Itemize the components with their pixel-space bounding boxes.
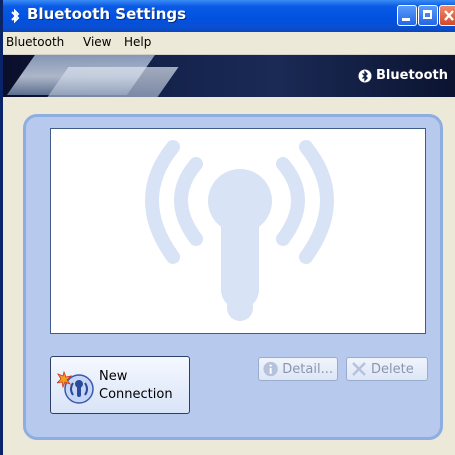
connections-panel: New Connection Detail... Delete	[23, 114, 443, 440]
bluetooth-logo-icon	[358, 69, 372, 82]
detail-label: Detail...	[282, 361, 333, 377]
new-connection-label-line1: New	[99, 369, 128, 384]
close-button[interactable]	[439, 5, 455, 26]
menu-bar: Bluetooth View Help	[3, 32, 455, 55]
antenna-watermark-icon	[145, 140, 334, 321]
maximize-button[interactable]	[418, 5, 438, 26]
bluetooth-brand: Bluetooth	[358, 68, 448, 83]
bluetooth-settings-window: Bluetooth Settings Bluetooth View Help B…	[0, 0, 455, 455]
maximize-icon	[423, 10, 432, 19]
menu-help[interactable]: Help	[124, 35, 151, 49]
bluetooth-banner: Bluetooth	[3, 55, 455, 97]
menu-bluetooth[interactable]: Bluetooth	[6, 35, 64, 49]
delete-label: Delete	[371, 361, 414, 377]
new-connection-button[interactable]: New Connection	[50, 356, 190, 414]
new-connection-label: New Connection	[99, 368, 173, 404]
new-connection-label-line2: Connection	[99, 387, 173, 402]
minimize-button[interactable]	[397, 5, 417, 26]
keyboard-graphic	[47, 67, 179, 97]
close-icon	[444, 10, 454, 21]
detail-button[interactable]: Detail...	[258, 357, 338, 381]
connections-list[interactable]	[50, 128, 426, 334]
window-title: Bluetooth Settings	[27, 5, 187, 23]
delete-button[interactable]: Delete	[346, 357, 428, 381]
menu-view[interactable]: View	[83, 35, 111, 49]
title-bar[interactable]: Bluetooth Settings	[3, 0, 455, 32]
minimize-icon	[402, 18, 410, 21]
bluetooth-brand-text: Bluetooth	[376, 68, 448, 83]
new-connection-icon	[57, 370, 94, 404]
delete-x-icon	[352, 362, 366, 376]
bluetooth-icon	[11, 8, 20, 24]
info-icon	[263, 361, 278, 377]
